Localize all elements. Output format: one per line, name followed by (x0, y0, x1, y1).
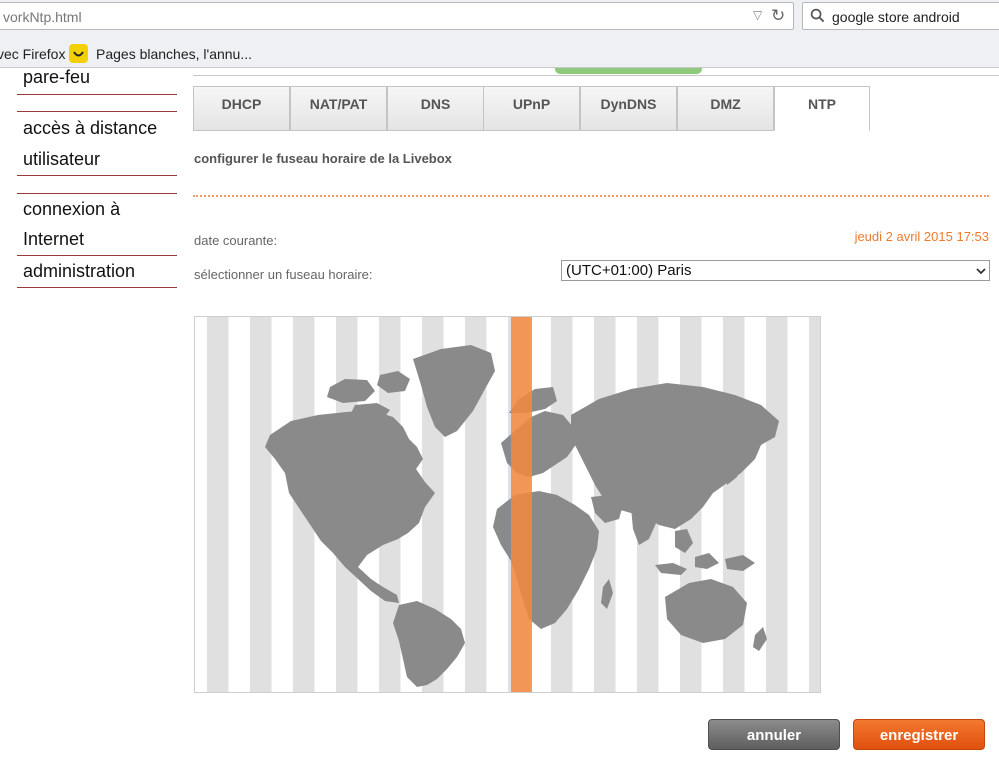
bookmark-item[interactable]: vec Firefox (0, 46, 65, 62)
browser-toolbar: vorkNtp.html ▽ ↻ google store android ve… (0, 0, 999, 68)
timezone-stripe (766, 317, 788, 692)
reload-icon[interactable]: ↻ (771, 6, 785, 26)
status-indicator (555, 68, 702, 74)
sidebar-item-administration[interactable]: administration (23, 261, 135, 282)
timezone-stripe (207, 317, 229, 692)
save-button[interactable]: enregistrer (853, 719, 985, 750)
tab-upnp[interactable]: UPnP (483, 86, 580, 131)
tab-bar: DHCP NAT/PAT DNS UPnP DynDNS DMZ NTP (193, 86, 999, 131)
world-map[interactable] (195, 317, 820, 692)
tab-dyndns[interactable]: DynDNS (580, 86, 677, 131)
section-title: configurer le fuseau horaire de la Liveb… (194, 151, 452, 166)
dotted-divider (193, 195, 989, 197)
bookmarks-bar: vec Firefox Pages blanches, l'annu... (0, 40, 999, 66)
divider (17, 255, 177, 256)
divider (17, 94, 177, 95)
sidebar-item-connexion-internet[interactable]: connexion à (23, 199, 120, 220)
sidebar-item-acces-distance[interactable]: accès à distance (23, 118, 157, 139)
chevron-down-icon[interactable] (975, 265, 987, 277)
timezone-stripe (809, 317, 820, 692)
url-text[interactable]: vorkNtp.html (3, 9, 82, 25)
sidebar-item-pare-feu[interactable]: pare-feu (23, 67, 90, 88)
tab-nat-pat[interactable]: NAT/PAT (290, 86, 387, 131)
divider (17, 175, 177, 176)
timezone-selected-value[interactable]: (UTC+01:00) Paris (566, 262, 691, 279)
timezone-select[interactable]: (UTC+01:00) Paris (561, 260, 990, 281)
divider (17, 287, 177, 288)
divider (17, 193, 177, 194)
tab-dns[interactable]: DNS (387, 86, 484, 131)
timezone-stripe (250, 317, 272, 692)
tab-ntp[interactable]: NTP (774, 86, 870, 131)
cancel-button[interactable]: annuler (708, 719, 840, 750)
sidebar-item-connexion-internet-line2[interactable]: Internet (23, 229, 84, 250)
bookmark-item[interactable]: Pages blanches, l'annu... (96, 46, 252, 62)
current-date: jeudi 2 avril 2015 17:53 (854, 229, 989, 244)
tab-dmz[interactable]: DMZ (677, 86, 774, 131)
url-bar[interactable]: vorkNtp.html ▽ ↻ (0, 2, 794, 30)
tab-dhcp[interactable]: DHCP (193, 86, 290, 131)
url-history-dropdown-icon[interactable]: ▽ (753, 8, 762, 22)
sidebar-item-utilisateur[interactable]: utilisateur (23, 149, 100, 170)
timezone-label: sélectionner un fuseau horaire: (194, 267, 373, 282)
date-label: date courante: (194, 233, 278, 248)
search-input[interactable]: google store android (832, 9, 960, 25)
search-icon (810, 8, 825, 23)
highlighted-timezone-band (511, 317, 532, 692)
divider (17, 111, 177, 112)
search-bar[interactable]: google store android (802, 2, 999, 30)
divider (193, 75, 999, 76)
timezone-map[interactable] (194, 316, 821, 693)
smiley-icon (69, 44, 88, 63)
